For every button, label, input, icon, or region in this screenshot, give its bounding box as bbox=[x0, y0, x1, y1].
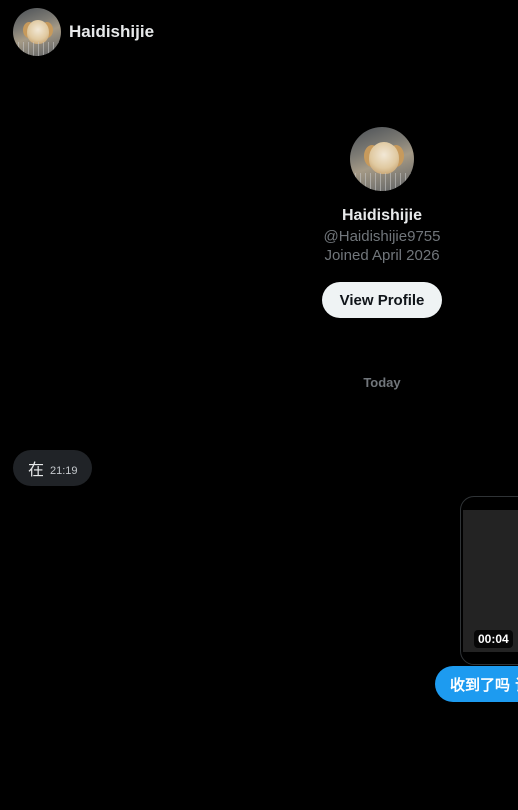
header-name[interactable]: Haidishijie bbox=[69, 22, 154, 42]
view-profile-button[interactable]: View Profile bbox=[322, 282, 442, 318]
video-duration-badge: 00:04 bbox=[474, 630, 513, 648]
sent-message-bubble[interactable]: 收到了吗 请 bbox=[435, 666, 518, 702]
received-message-bubble[interactable]: 在 21:19 bbox=[13, 450, 92, 486]
message-text: 收到了吗 请 bbox=[450, 675, 518, 694]
profile-card: Haidishijie @Haidishijie9755 Joined Apri… bbox=[302, 127, 462, 318]
date-separator: Today bbox=[363, 375, 401, 390]
header-avatar[interactable] bbox=[13, 8, 61, 56]
dm-conversation: Haidishijie Haidishijie @Haidishijie9755… bbox=[0, 0, 518, 810]
profile-handle: @Haidishijie9755 bbox=[323, 228, 441, 245]
profile-joined-date: Joined April 2026 bbox=[324, 247, 440, 264]
profile-name: Haidishijie bbox=[341, 207, 423, 224]
profile-avatar[interactable] bbox=[350, 127, 414, 191]
conversation-header[interactable]: Haidishijie bbox=[13, 8, 154, 56]
message-timestamp: 21:19 bbox=[50, 464, 78, 477]
video-message[interactable]: 00:04 bbox=[460, 496, 518, 665]
message-text: 在 bbox=[28, 460, 45, 479]
